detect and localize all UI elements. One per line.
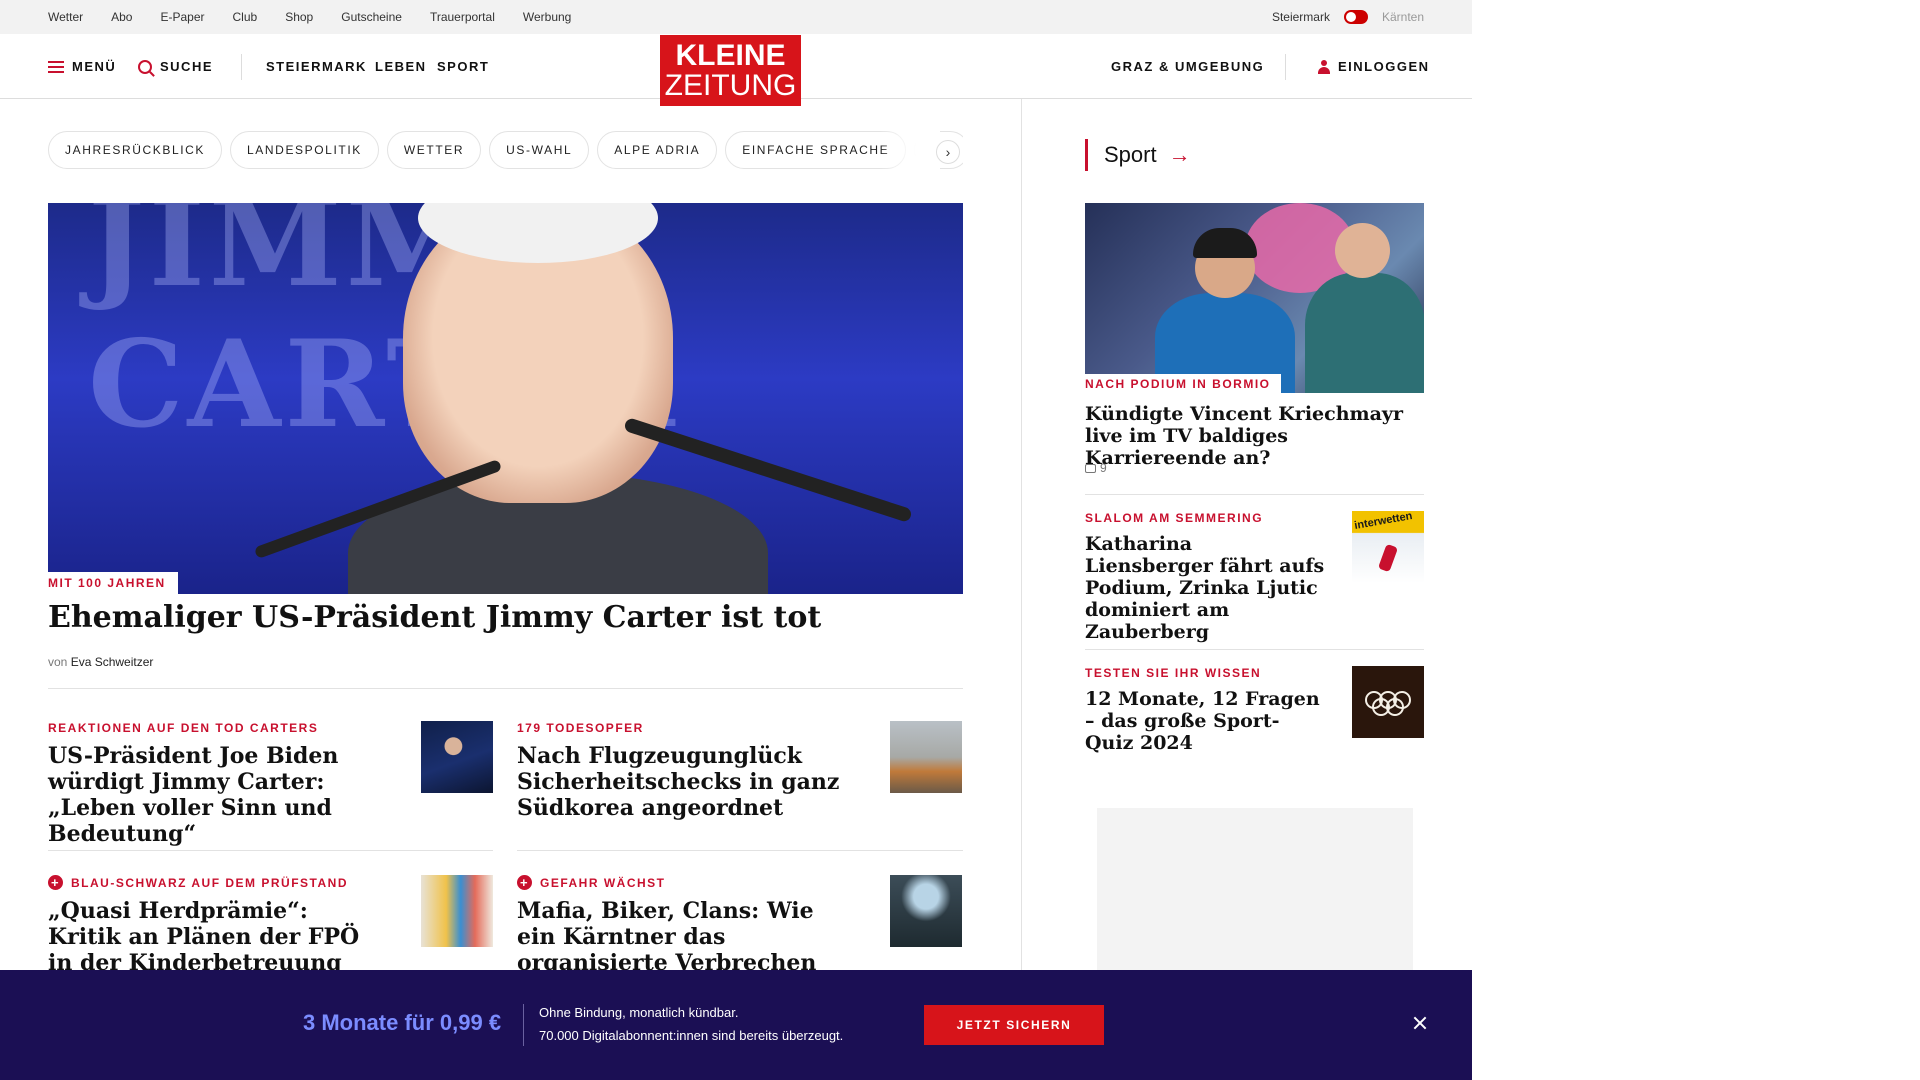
hero-kicker: MIT 100 JAHREN — [48, 572, 178, 594]
hero-image[interactable]: JIMMY CARTER — [48, 203, 963, 594]
region-steiermark[interactable]: Steiermark — [1272, 10, 1330, 24]
divider — [48, 850, 493, 851]
search-label: SUCHE — [160, 59, 214, 74]
sport-heading-link[interactable]: Sport → — [1085, 139, 1424, 171]
offer-price: 3 Monate für 0,99 € — [303, 1010, 502, 1035]
nav-graz-umgebung[interactable]: GRAZ & UMGEBUNG — [1111, 34, 1264, 99]
sport-heading: Sport — [1104, 142, 1157, 167]
logo-line1: KLEINE — [675, 38, 786, 72]
menu-label: MENÜ — [72, 59, 117, 74]
hero-author: von Eva Schweitzer — [48, 655, 153, 669]
header-divider — [241, 54, 242, 80]
teaser-title: „Quasi Herdprämie“: Kritik an Plänen der… — [48, 898, 360, 976]
chips-fade — [880, 131, 940, 171]
header-divider-right — [1285, 54, 1286, 80]
login-label: EINLOGGEN — [1338, 59, 1430, 74]
chip-alpe-adria[interactable]: ALPE ADRIA — [597, 131, 718, 169]
utility-link-club[interactable]: Club — [233, 10, 258, 24]
logo-line2: ZEITUNG — [664, 68, 797, 102]
hamburger-icon — [48, 60, 64, 73]
region-toggle[interactable] — [1343, 10, 1368, 24]
olympic-rings-icon — [1365, 691, 1411, 716]
comment-icon — [1085, 463, 1096, 473]
chip-us-wahl[interactable]: US-WAHL — [489, 131, 590, 169]
teaser-herdpraemie[interactable]: + BLAU-SCHWARZ AUF DEM PRÜFSTAND „Quasi … — [48, 875, 493, 976]
sport-teaser-thumbnail-shape — [1377, 543, 1399, 573]
sport-teaser-liensberger[interactable]: SLALOM AM SEMMERING Katharina Liensberge… — [1085, 509, 1424, 643]
utility-link-werbung[interactable]: Werbung — [523, 10, 571, 24]
banner-divider — [523, 1004, 524, 1046]
divider — [517, 850, 963, 851]
utility-link-epaper[interactable]: E-Paper — [160, 10, 204, 24]
utility-link-gutscheine[interactable]: Gutscheine — [341, 10, 402, 24]
page: Wetter Abo E-Paper Club Shop Gutscheine … — [0, 0, 1472, 1080]
sport-teaser-thumbnail-lettering: interwetten — [1353, 509, 1414, 533]
kleine-zeitung-logo[interactable]: KLEINE ZEITUNG — [660, 35, 801, 106]
utility-link-abo[interactable]: Abo — [111, 10, 132, 24]
teaser-thumbnail — [421, 875, 493, 947]
comment-count: 9 — [1100, 461, 1107, 475]
sport-teaser-title: 12 Monate, 12 Fragen – das große Sport-Q… — [1085, 688, 1320, 754]
offer-line-1: Ohne Bindung, monatlich kündbar. — [539, 1005, 739, 1020]
chip-jahresrueckblick[interactable]: JAHRESRÜCKBLICK — [48, 131, 223, 169]
search-button[interactable]: SUCHE — [138, 34, 213, 99]
chip-landespolitik[interactable]: LANDESPOLITIK — [230, 131, 379, 169]
author-name[interactable]: Eva Schweitzer — [71, 655, 154, 669]
chip-wetter[interactable]: WETTER — [386, 131, 482, 169]
utility-link-wetter[interactable]: Wetter — [48, 10, 83, 24]
teaser-kicker-text: BLAU-SCHWARZ AUF DEM PRÜFSTAND — [71, 875, 348, 890]
comments-link[interactable]: 9 — [1085, 461, 1107, 475]
divider — [48, 688, 963, 689]
subscribe-button[interactable]: JETZT SICHERN — [924, 1005, 1104, 1045]
sport-section: Sport → — [1085, 139, 1424, 171]
offer-line-2: 70.000 Digitalabonnent:innen sind bereit… — [539, 1028, 844, 1043]
teaser-thumbnail — [421, 721, 493, 793]
sport-teaser-quiz[interactable]: TESTEN SIE IHR WISSEN 12 Monate, 12 Frag… — [1085, 666, 1424, 754]
chevron-right-icon[interactable]: › — [936, 140, 960, 164]
sport-teaser-thumbnail: interwetten — [1352, 509, 1424, 583]
teaser-biden[interactable]: REAKTIONEN AUF DEN TOD CARTERS US-Präsid… — [48, 721, 493, 847]
divider — [1085, 494, 1424, 495]
nav-sport[interactable]: SPORT — [437, 34, 489, 99]
menu-button[interactable]: MENÜ — [48, 34, 116, 99]
search-icon — [138, 59, 152, 74]
plus-icon: + — [48, 875, 63, 890]
region-kaernten[interactable]: Kärnten — [1382, 10, 1424, 24]
plus-icon: + — [517, 875, 532, 890]
main-header: MENÜ SUCHE STEIERMARK LEBEN SPORT KLEINE… — [0, 34, 1472, 106]
region-switch: Steiermark Kärnten — [1272, 0, 1424, 34]
sport-lead-title[interactable]: Kündigte Vincent Kriechmayr live im TV b… — [1085, 403, 1424, 469]
sport-lead-kicker: NACH PODIUM IN BORMIO — [1085, 374, 1281, 393]
utility-links: Wetter Abo E-Paper Club Shop Gutscheine … — [48, 0, 571, 34]
column-divider — [1021, 99, 1022, 1080]
sport-lead-image[interactable] — [1085, 203, 1424, 393]
utility-bar: Wetter Abo E-Paper Club Shop Gutscheine … — [0, 0, 1472, 34]
utility-link-trauerportal[interactable]: Trauerportal — [430, 10, 495, 24]
teaser-flugzeug[interactable]: 179 TODESOPFER Nach Flugzeugunglück Sich… — [517, 721, 962, 821]
user-icon — [1318, 59, 1330, 74]
nav-leben[interactable]: LEBEN — [375, 34, 427, 99]
viewport-empty-area — [1472, 0, 1920, 1080]
topic-chips: JAHRESRÜCKBLICK LANDESPOLITIK WETTER US-… — [48, 131, 963, 171]
teaser-title: US-Präsident Joe Biden würdigt Jimmy Car… — [48, 743, 339, 847]
login-button[interactable]: EINLOGGEN — [1318, 34, 1430, 99]
nav-steiermark[interactable]: STEIERMARK — [266, 34, 367, 99]
teaser-kicker-text: GEFAHR WÄCHST — [540, 875, 666, 890]
sport-teaser-title: Katharina Liensberger fährt aufs Podium,… — [1085, 533, 1325, 643]
arrow-right-icon: → — [1168, 142, 1191, 167]
hero-title[interactable]: Ehemaliger US-Präsident Jimmy Carter ist… — [48, 600, 963, 635]
olympic-rings-thumbnail — [1352, 666, 1424, 738]
teaser-thumbnail — [890, 721, 962, 793]
divider — [1085, 649, 1424, 650]
author-prefix: von — [48, 655, 68, 669]
sport-lead-image-shape — [1305, 273, 1424, 393]
sport-lead-image-shape — [1335, 223, 1390, 278]
teaser-title: Nach Flugzeugunglück Sicherheitschecks i… — [517, 743, 840, 821]
utility-link-shop[interactable]: Shop — [285, 10, 313, 24]
subscription-banner — [0, 970, 1472, 1080]
teaser-thumbnail — [890, 875, 962, 947]
close-icon[interactable] — [1410, 1013, 1430, 1033]
